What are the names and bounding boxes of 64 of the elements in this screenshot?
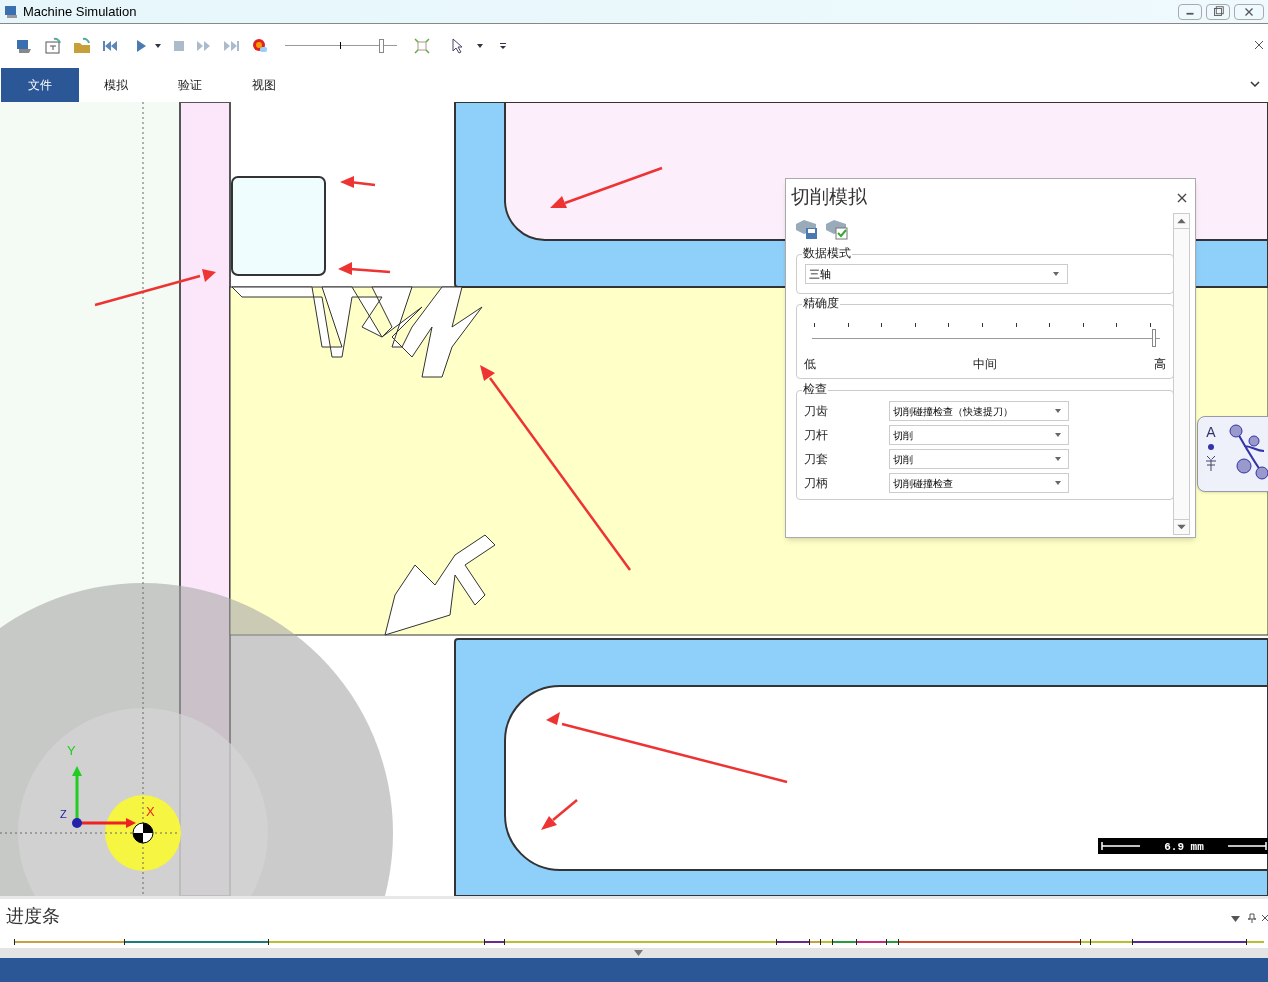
play-icon[interactable] xyxy=(135,39,147,53)
axis-label: X xyxy=(146,804,155,819)
glyph-icon xyxy=(1205,455,1217,471)
window-title: Machine Simulation xyxy=(23,2,137,21)
dialog-title: 切削模拟 xyxy=(791,185,867,209)
annotation-arrow xyxy=(541,799,578,830)
machine-icon[interactable] xyxy=(15,37,33,55)
caret-icon xyxy=(1055,409,1061,413)
app-icon xyxy=(4,4,18,19)
precision-slider[interactable] xyxy=(812,323,1160,345)
expand-icon[interactable] xyxy=(1250,81,1260,88)
axis-label: Z xyxy=(60,808,67,820)
group-label: 精确度 xyxy=(802,295,840,311)
caret-icon xyxy=(1055,433,1061,437)
close-icon[interactable] xyxy=(1234,3,1264,20)
group-label: 数据模式 xyxy=(802,245,852,261)
ribbon-close-icon[interactable] xyxy=(1254,40,1264,50)
scale-label: 高 xyxy=(1154,356,1166,373)
caret-icon xyxy=(1053,272,1059,276)
check-mode-dropdown[interactable]: 切削碰撞检查（快速提刀） xyxy=(889,401,1069,421)
scale-label: 中间 xyxy=(973,356,997,373)
field-label: 刀柄 xyxy=(804,475,829,492)
check-mode-dropdown[interactable]: 切削 xyxy=(889,449,1069,469)
scale-label: 6.9 mm xyxy=(1164,841,1204,853)
slider-thumb[interactable] xyxy=(379,39,385,53)
caret-icon[interactable] xyxy=(1231,916,1240,922)
annotation-arrow xyxy=(340,176,376,188)
axis-label: Y xyxy=(67,743,76,758)
collision-icon[interactable] xyxy=(252,38,268,54)
pointer-icon[interactable] xyxy=(451,38,465,54)
speed-slider[interactable] xyxy=(285,37,397,55)
caret-icon xyxy=(1055,457,1061,461)
side-panel[interactable]: A xyxy=(1197,416,1268,492)
axis-triad-drawing xyxy=(72,766,136,828)
restore-icon[interactable] xyxy=(1206,3,1230,20)
field-label: 刀套 xyxy=(804,451,829,468)
caret-icon[interactable] xyxy=(154,43,162,49)
overflow-icon[interactable] xyxy=(499,42,507,50)
close-icon[interactable] xyxy=(1177,193,1187,203)
panel-title: 进度条 xyxy=(6,905,60,927)
dot-icon xyxy=(1208,444,1214,450)
minimize-icon[interactable] xyxy=(1178,3,1202,20)
field-label: 刀杆 xyxy=(804,427,829,444)
pin-icon[interactable] xyxy=(1248,913,1256,923)
field-label: 刀齿 xyxy=(804,403,829,420)
check-mode-dropdown[interactable]: 切削 xyxy=(889,425,1069,445)
data-mode-dropdown[interactable]: 三轴 xyxy=(805,264,1068,284)
caret-icon[interactable] xyxy=(476,43,484,49)
scale-label: 低 xyxy=(804,356,816,373)
folder-icon[interactable] xyxy=(73,37,91,55)
caret-icon xyxy=(1055,481,1061,485)
document-icon[interactable] xyxy=(44,37,62,55)
simulation-viewport[interactable]: Y Z X 6.9 mm A 切削模拟 数据模式 三轴 精确度 低 中间 高 检查 刀齿 切削碰撞检查（快速提刀） 刀杆 切削 刀套 切削 刀柄 切削碰撞检查 xyxy=(0,102,1268,896)
skip-back-icon[interactable] xyxy=(102,39,118,53)
check-mode-dropdown[interactable]: 切削碰撞检查 xyxy=(889,473,1069,493)
language-label: A xyxy=(1206,425,1216,439)
ribbon-tab[interactable]: 文件 xyxy=(1,68,79,102)
annotation-arrow xyxy=(338,262,391,275)
slider-thumb[interactable] xyxy=(1152,329,1156,347)
origin-marker xyxy=(132,822,154,844)
scrollbar[interactable] xyxy=(1173,213,1190,535)
fit-view-icon[interactable] xyxy=(414,38,430,54)
close-icon[interactable] xyxy=(1262,914,1268,922)
group-label: 检查 xyxy=(802,381,828,397)
